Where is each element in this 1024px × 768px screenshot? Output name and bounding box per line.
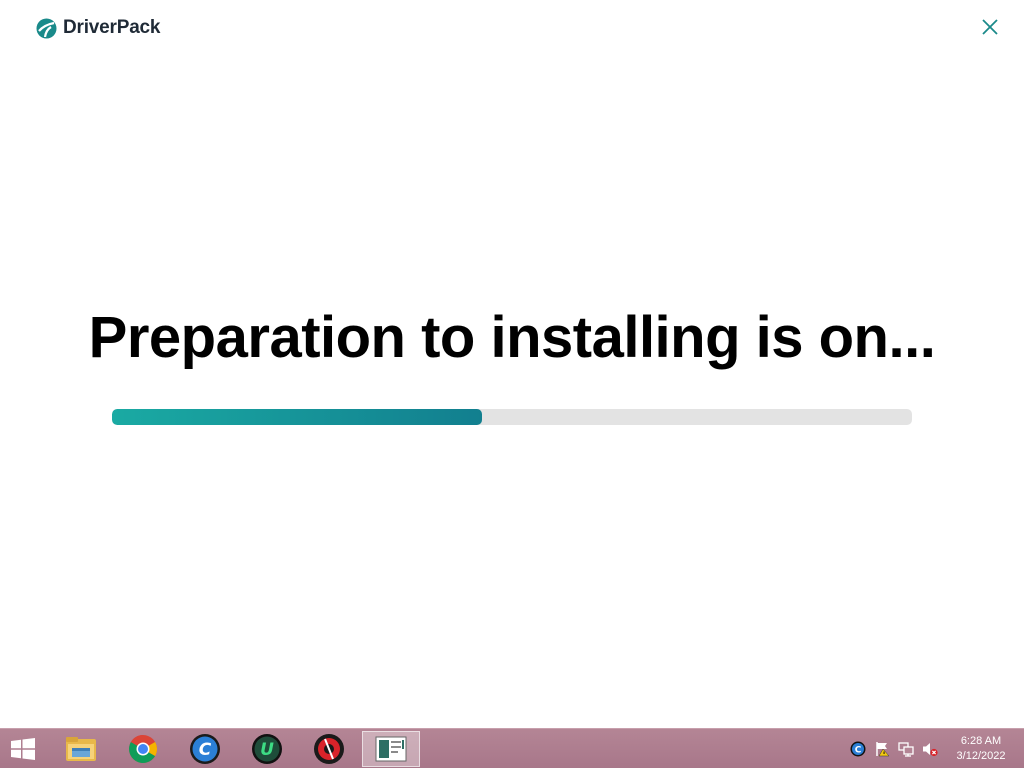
windows-logo-icon <box>11 738 35 760</box>
progress-bar <box>112 409 912 425</box>
clock-time: 6:28 AM <box>960 735 1002 747</box>
driverpack-window: DriverPack Preparation to installing is … <box>0 0 1024 728</box>
taskbar-red-tool[interactable] <box>300 731 358 767</box>
close-icon <box>982 19 998 35</box>
close-button[interactable] <box>979 16 1001 38</box>
driverpack-logo-icon <box>36 18 57 38</box>
taskbar-chrome[interactable] <box>114 731 172 767</box>
red-tool-icon <box>314 734 344 764</box>
tray-ccleaner[interactable]: C <box>850 741 866 757</box>
system-clock[interactable]: 6:28 AM 3/12/2022 <box>946 734 1016 764</box>
taskbar-driverpack[interactable] <box>362 731 420 767</box>
tray-action-center[interactable] <box>874 741 890 757</box>
taskbar-file-explorer[interactable] <box>52 731 110 767</box>
start-button[interactable] <box>8 737 38 761</box>
network-icon <box>898 742 914 757</box>
progress-fill <box>112 409 483 425</box>
taskbar-uvpn[interactable]: U <box>238 731 296 767</box>
ccleaner-tray-icon: C <box>850 741 866 757</box>
clock-date: 3/12/2022 <box>956 750 1006 762</box>
tray-volume[interactable] <box>922 741 938 757</box>
brand: DriverPack <box>36 17 160 39</box>
volume-muted-icon <box>923 743 938 757</box>
svg-text:C: C <box>199 740 212 760</box>
brand-name: DriverPack <box>63 17 161 38</box>
svg-text:U: U <box>260 740 274 760</box>
svg-text:C: C <box>855 746 862 756</box>
taskbar: C U C 6:28 AM 3/12/2022 <box>0 728 1024 768</box>
taskbar-ccleaner[interactable]: C <box>176 731 234 767</box>
file-explorer-icon <box>66 737 96 761</box>
chrome-icon <box>129 735 157 763</box>
tray-network[interactable] <box>898 741 914 757</box>
page-title: Preparation to installing is on... <box>88 305 936 370</box>
ccleaner-icon: C <box>190 734 220 764</box>
driverpack-taskbar-icon <box>375 736 407 762</box>
uvpn-icon: U <box>252 734 282 764</box>
action-center-flag-icon <box>876 742 890 757</box>
